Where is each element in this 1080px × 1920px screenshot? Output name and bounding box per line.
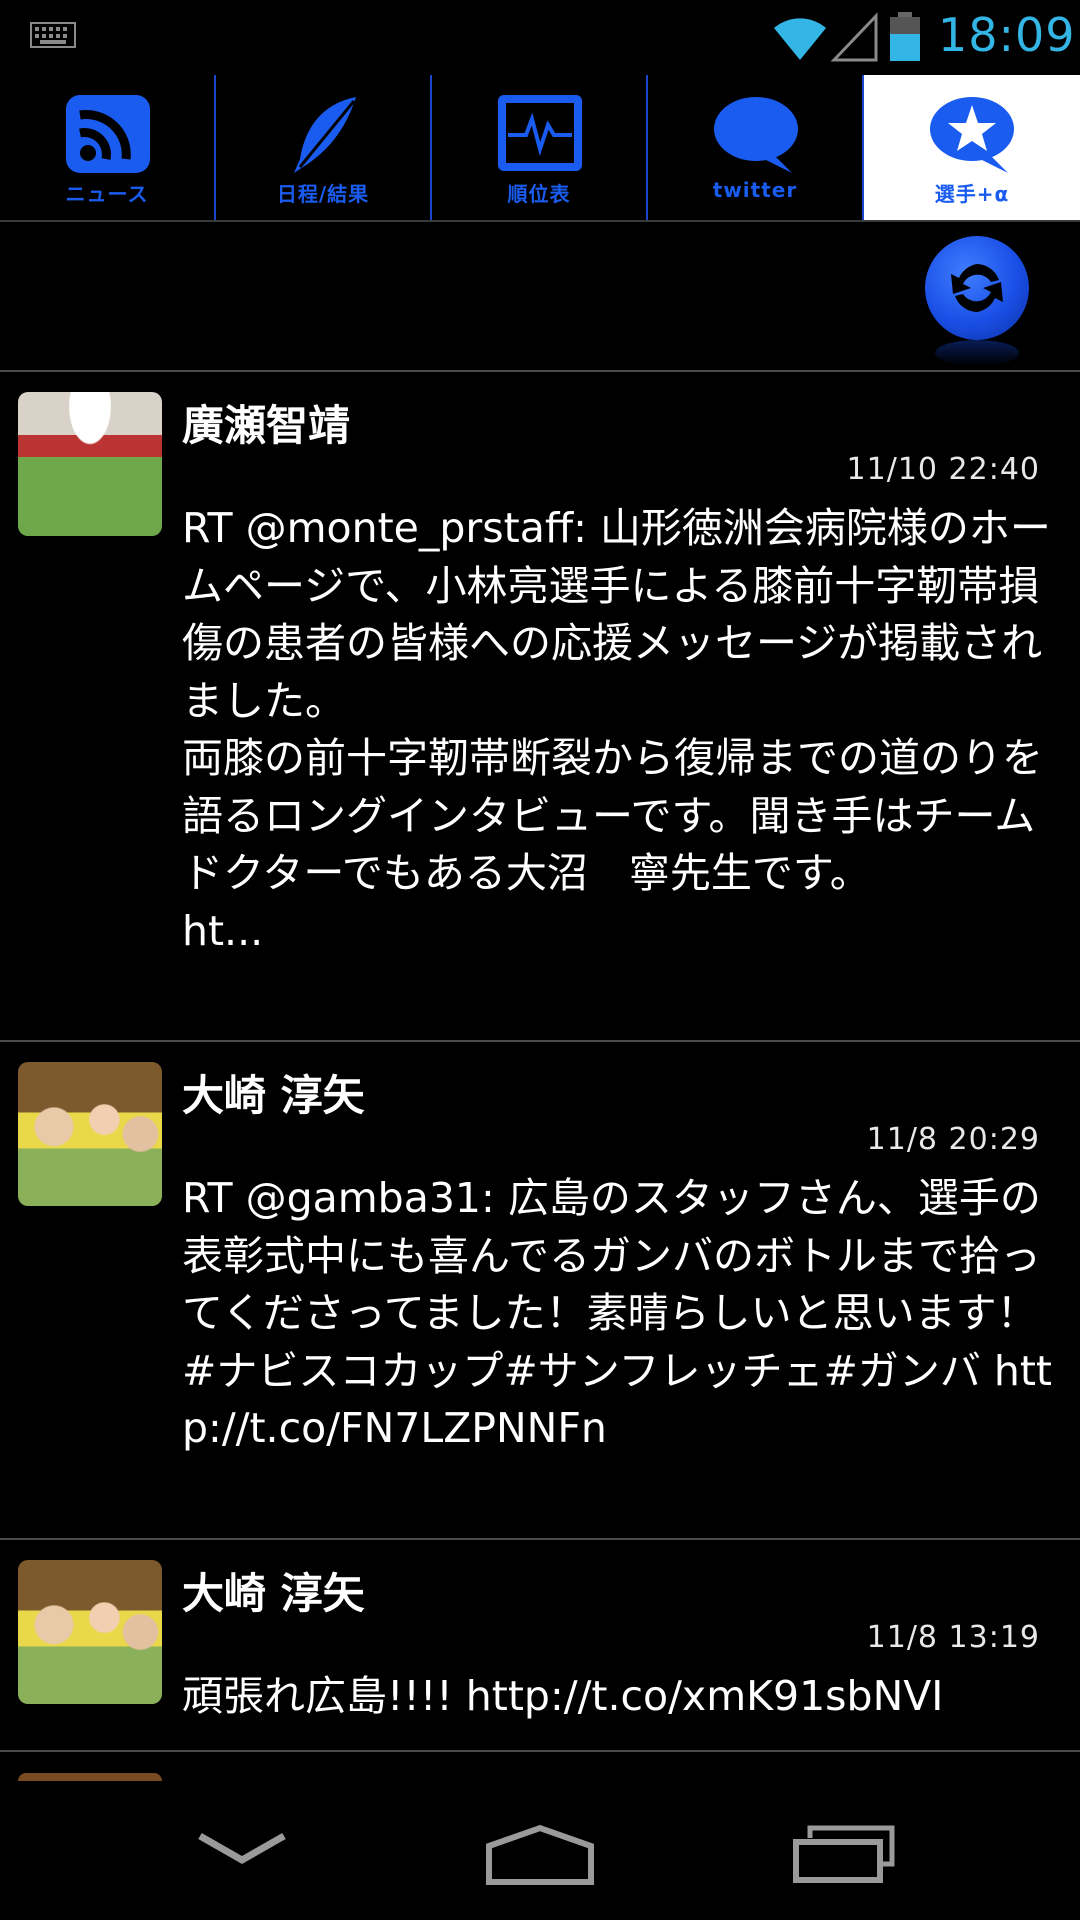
tweet-body: RT @monte_prstaff: 山形徳洲会病院様のホームページで、小林亮選… — [182, 504, 1051, 955]
tab-bar: ニュース 日程/結果 順位表 twitter 選手+α — [0, 75, 1080, 222]
tweet-list: 廣瀬智靖 11/10 22:40 RT @monte_prstaff: 山形徳洲… — [0, 372, 1080, 1752]
tab-schedule[interactable]: 日程/結果 — [216, 75, 432, 220]
home-icon[interactable] — [485, 1824, 595, 1886]
speech-bubble-icon — [714, 97, 798, 173]
clock: 18:09 — [938, 8, 1076, 62]
wifi-icon — [774, 18, 826, 60]
tab-players[interactable]: 選手+α — [864, 75, 1080, 220]
refresh-icon — [951, 264, 1003, 312]
tab-news[interactable]: ニュース — [0, 75, 216, 220]
tweet-time: 11/8 13:19 — [866, 1620, 1040, 1655]
recent-apps-icon[interactable] — [792, 1824, 896, 1884]
tab-twitter[interactable]: twitter — [648, 75, 864, 220]
tweet-body: RT @gamba31: 広島のスタッフさん、選手の表彰式中にも喜んでるガンバの… — [182, 1174, 1052, 1452]
avatar — [18, 1773, 162, 1781]
nav-bar — [0, 1784, 1080, 1920]
refresh-button[interactable] — [925, 236, 1029, 340]
tweet-time: 11/10 22:40 — [846, 452, 1040, 487]
back-icon[interactable] — [196, 1828, 288, 1868]
star-bubble-icon — [930, 97, 1014, 173]
tweet-author: 大崎 淳矢 — [182, 1569, 365, 1618]
tweet-author: 大崎 淳矢 — [182, 1071, 365, 1120]
avatar[interactable] — [18, 1560, 162, 1704]
toolbar — [0, 222, 1080, 372]
tab-label: twitter — [712, 178, 798, 202]
rss-icon — [66, 95, 150, 173]
feather-icon — [294, 97, 356, 173]
tweet-author: 廣瀬智靖 — [182, 401, 351, 450]
tab-label: 選手+α — [934, 182, 1010, 206]
battery-icon — [890, 12, 920, 61]
tweet-time: 11/8 20:29 — [866, 1122, 1040, 1157]
keyboard-icon — [30, 22, 76, 48]
tweet-item[interactable]: 廣瀬智靖 11/10 22:40 RT @monte_prstaff: 山形徳洲… — [0, 372, 1080, 1042]
avatar[interactable] — [18, 392, 162, 536]
tab-label: ニュース — [65, 182, 149, 206]
avatar[interactable] — [18, 1062, 162, 1206]
tab-standings[interactable]: 順位表 — [432, 75, 648, 220]
status-bar: 18:09 — [0, 0, 1080, 75]
refresh-reflection — [935, 340, 1019, 366]
tweet-item[interactable]: 大崎 淳矢 11/8 13:19 頑張れ広島!!!! http://t.co/x… — [0, 1540, 1080, 1752]
tweet-item[interactable]: 大崎 淳矢 11/8 20:29 RT @gamba31: 広島のスタッフさん、… — [0, 1042, 1080, 1540]
chart-monitor-icon — [498, 95, 582, 171]
tab-label: 日程/結果 — [276, 182, 370, 206]
signal-icon — [830, 12, 878, 62]
tab-label: 順位表 — [507, 182, 571, 206]
tweet-body: 頑張れ広島!!!! http://t.co/xmK91sbNVI — [182, 1672, 944, 1720]
